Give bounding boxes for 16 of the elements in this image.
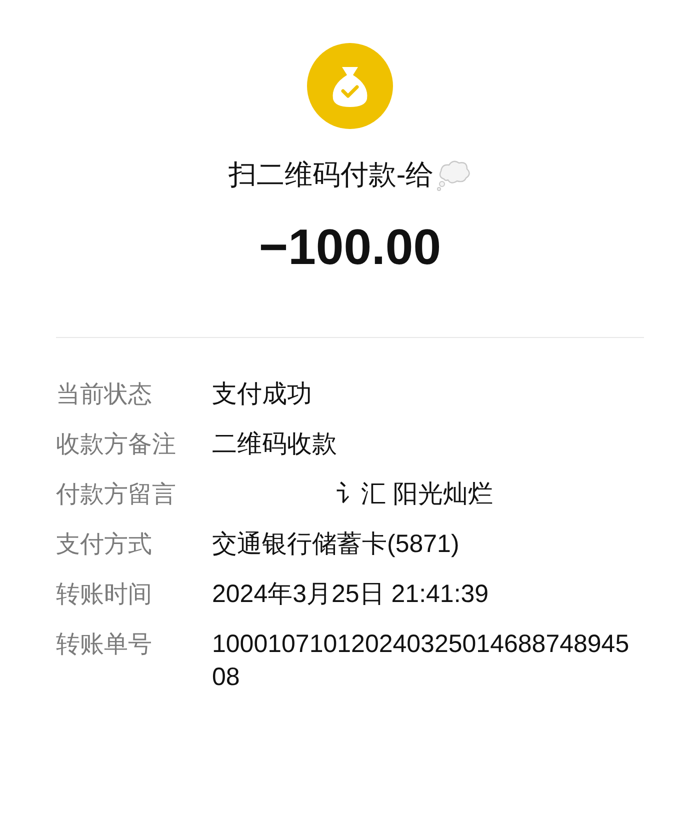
detail-value: 10001071012024032501468874894508 <box>212 629 630 693</box>
detail-label: 付款方留言 <box>56 480 177 510</box>
detail-value: 讠汇 阳光灿烂 <box>335 479 494 510</box>
detail-label: 转账时间 <box>56 580 153 610</box>
detail-label: 转账单号 <box>56 630 153 660</box>
detail-value: 二维码收款 <box>212 429 338 460</box>
detail-label: 当前状态 <box>56 380 153 410</box>
detail-value: 支付成功 <box>212 379 313 410</box>
money-bag-icon <box>307 43 393 129</box>
thought-bubble-icon <box>436 159 472 191</box>
transaction-title: 扫二维码付款-给 <box>228 158 434 192</box>
detail-value: 2024年3月25日 21:41:39 <box>212 579 490 610</box>
detail-label: 支付方式 <box>56 530 153 560</box>
detail-value: 交通银行储蓄卡(5871) <box>212 529 460 560</box>
detail-label: 收款方备注 <box>56 430 177 460</box>
amount: −100.00 <box>258 218 442 277</box>
